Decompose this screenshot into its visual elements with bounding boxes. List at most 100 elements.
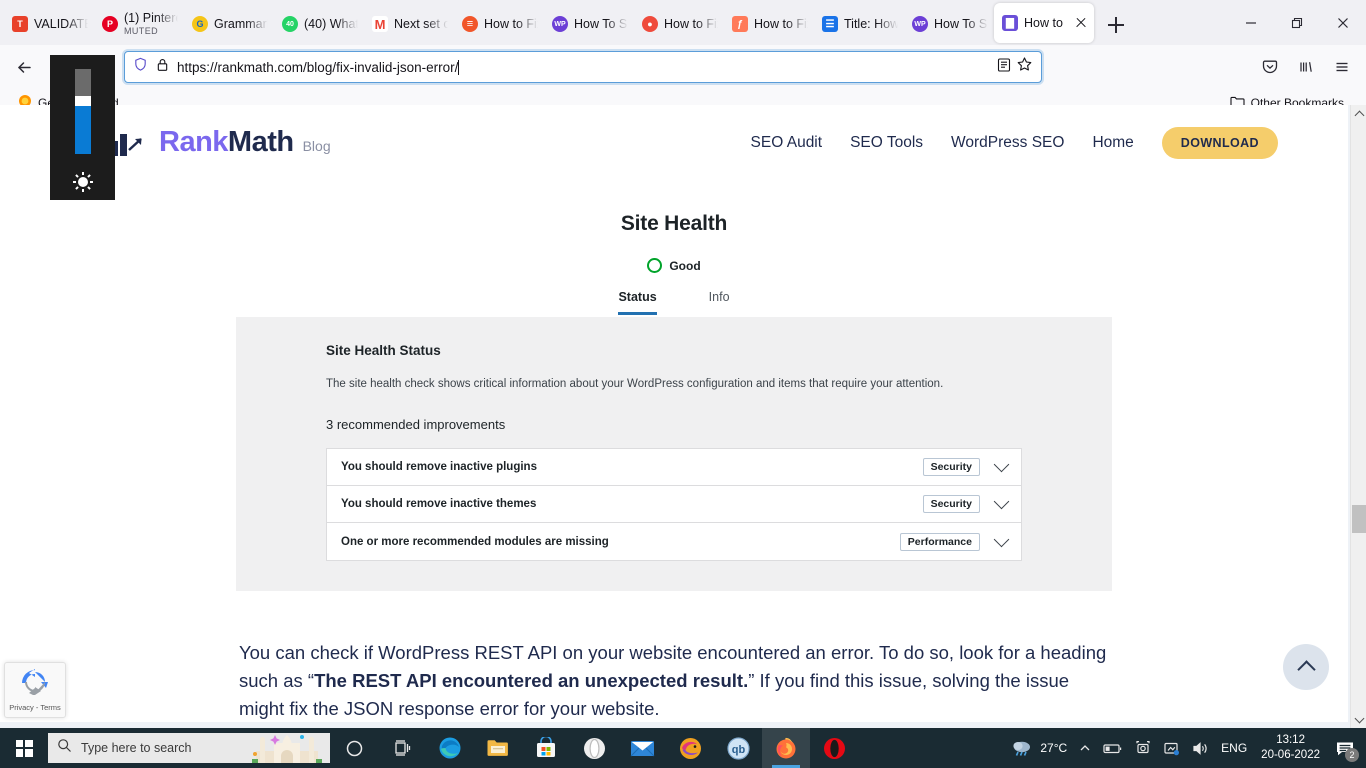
shield-icon[interactable] (133, 57, 148, 77)
recaptcha-badge[interactable]: Privacy - Terms (4, 662, 66, 718)
url-text[interactable]: https://rankmath.com/blog/fix-invalid-js… (177, 59, 988, 75)
logo-blog-text: Blog (302, 138, 331, 154)
browser-tab[interactable]: ≡ How to Fix (454, 5, 544, 43)
clock[interactable]: 13:12 20-06-2022 (1253, 728, 1328, 768)
browser-tab[interactable]: WP How To So (544, 5, 634, 43)
minimize-button[interactable] (1228, 7, 1274, 39)
file-explorer-icon[interactable] (474, 728, 522, 768)
firefox-icon[interactable] (762, 728, 810, 768)
network-icon[interactable] (1157, 728, 1186, 768)
brightness-track[interactable] (74, 69, 91, 154)
lock-icon[interactable] (156, 58, 169, 77)
status-label: Good (669, 258, 701, 273)
firebase-icon: ● (642, 16, 658, 32)
site-logo[interactable]: RankMath Blog (110, 126, 331, 159)
panel-description: The site health check shows critical inf… (326, 378, 944, 390)
notification-center-button[interactable]: 2 (1328, 728, 1362, 768)
accordion-row[interactable]: One or more recommended modules are miss… (327, 523, 1021, 560)
epic-games-icon[interactable] (666, 728, 714, 768)
search-input[interactable]: Type here to search (48, 733, 330, 763)
camera-privacy-icon[interactable] (1129, 728, 1157, 768)
edge-icon[interactable] (426, 728, 474, 768)
mail-icon[interactable] (618, 728, 666, 768)
scrollbar-thumb[interactable] (1352, 505, 1366, 533)
status-badge: Security (922, 458, 980, 476)
elementor-icon: ≡ (462, 16, 478, 32)
tab-title: (40) WhatsApp (304, 17, 358, 31)
improvements-heading: 3 recommended improvements (326, 417, 506, 432)
nav-item-home[interactable]: Home (1092, 134, 1133, 152)
library-icon[interactable] (1290, 51, 1322, 83)
search-icon (57, 738, 72, 758)
opera-gx-icon[interactable] (810, 728, 858, 768)
tab-info[interactable]: Info (709, 290, 730, 315)
browser-tab[interactable]: 40 (40) WhatsApp (274, 5, 364, 43)
accordion-row[interactable]: You should remove inactive plugins Secur… (327, 449, 1021, 486)
start-button[interactable] (0, 728, 48, 768)
browser-tab-active[interactable]: ▇ How to (994, 3, 1094, 43)
opera-icon[interactable] (570, 728, 618, 768)
accordion-row[interactable]: You should remove inactive themes Securi… (327, 486, 1021, 523)
browser-tab[interactable]: ƒ How to Fix (724, 5, 814, 43)
brightness-slider-overlay[interactable] (50, 55, 115, 200)
browser-tab[interactable]: ☰ Title: How (814, 5, 904, 43)
app-menu-icon[interactable] (1326, 51, 1358, 83)
panel-heading: Site Health Status (326, 343, 441, 358)
battery-icon[interactable] (1097, 728, 1129, 768)
site-nav: SEO Audit SEO Tools WordPress SEO Home D… (751, 126, 1278, 159)
download-button[interactable]: DOWNLOAD (1161, 126, 1278, 159)
clock-time: 13:12 (1276, 734, 1305, 747)
tab-status[interactable]: Status (618, 290, 657, 315)
search-placeholder: Type here to search (81, 741, 192, 755)
browser-tab[interactable]: G Grammarly (184, 5, 274, 43)
volume-icon[interactable] (1186, 728, 1215, 768)
show-hidden-icons-button[interactable] (1073, 728, 1097, 768)
close-window-button[interactable] (1320, 7, 1366, 39)
rankmath-logo-icon (110, 128, 146, 158)
chevron-down-icon[interactable] (993, 456, 1010, 473)
scroll-to-top-button[interactable] (1283, 644, 1329, 690)
nav-item-wordpress-seo[interactable]: WordPress SEO (951, 134, 1064, 152)
browser-tab[interactable]: M Next set of (364, 5, 454, 43)
article-paragraph: You can check if WordPress REST API on y… (239, 639, 1109, 722)
browser-tab[interactable]: ● How to Fix (634, 5, 724, 43)
back-button[interactable] (8, 51, 40, 83)
page-scrollbar[interactable] (1350, 105, 1366, 728)
tab-title: How To So (574, 17, 628, 31)
tab-title: How to Fix (754, 17, 808, 31)
scrollbar-down-arrow[interactable] (1351, 711, 1366, 728)
windows-taskbar: Type here to search qb 27°C ENG 13:12 20… (0, 728, 1366, 768)
rankmath-icon: ▇ (1002, 15, 1018, 31)
chevron-down-icon[interactable] (993, 493, 1010, 510)
close-icon[interactable] (1074, 16, 1088, 30)
bookmark-star-icon[interactable] (1016, 56, 1033, 78)
pocket-icon[interactable] (1254, 51, 1286, 83)
language-indicator[interactable]: ENG (1215, 728, 1253, 768)
new-tab-button[interactable] (1100, 9, 1132, 41)
weather-widget[interactable]: 27°C (1005, 728, 1073, 768)
microsoft-store-icon[interactable] (522, 728, 570, 768)
improvements-accordion: You should remove inactive plugins Secur… (326, 448, 1022, 561)
google-docs-icon: ☰ (822, 16, 838, 32)
browser-tab[interactable]: P (1) Pinterest MUTED (94, 5, 184, 43)
cortana-icon[interactable] (330, 728, 378, 768)
browser-tab[interactable]: T VALIDATE (4, 5, 94, 43)
qbittorrent-icon[interactable]: qb (714, 728, 762, 768)
recaptcha-privacy-terms[interactable]: Privacy - Terms (9, 703, 61, 712)
task-view-icon[interactable] (378, 728, 426, 768)
nav-item-seo-tools[interactable]: SEO Tools (850, 134, 923, 152)
weather-temperature: 27°C (1040, 741, 1068, 755)
chevron-down-icon[interactable] (993, 531, 1010, 547)
maximize-button[interactable] (1274, 7, 1320, 39)
nav-item-seo-audit[interactable]: SEO Audit (751, 134, 823, 152)
tab-title: How to Fix (484, 17, 538, 31)
tab-strip: T VALIDATE P (1) Pinterest MUTED G Gramm… (0, 0, 1366, 45)
validate-icon: T (12, 16, 28, 32)
tab-title: Next set of (394, 17, 448, 31)
tab-title: How to Fix (664, 17, 718, 31)
address-bar[interactable]: https://rankmath.com/blog/fix-invalid-js… (124, 51, 1042, 83)
wordpress-icon: WP (912, 16, 928, 32)
browser-tab[interactable]: WP How To So (904, 5, 994, 43)
reader-view-icon[interactable] (996, 57, 1012, 78)
scrollbar-up-arrow[interactable] (1351, 105, 1366, 122)
